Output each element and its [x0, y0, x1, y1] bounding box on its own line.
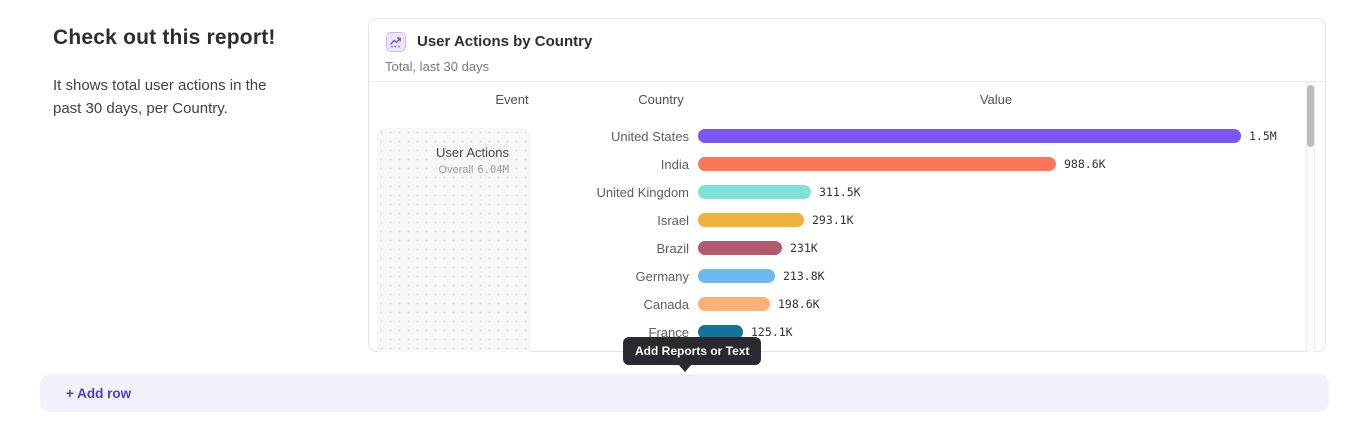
tooltip-arrow-icon [678, 364, 692, 372]
country-label: United States [531, 129, 689, 144]
table-row: Israel 293.1K [531, 206, 854, 234]
country-label: India [531, 157, 689, 172]
country-label: Brazil [531, 241, 689, 256]
value-bar[interactable] [698, 269, 775, 283]
intro-panel: Check out this report! It shows total us… [53, 26, 303, 121]
report-title: User Actions by Country [417, 33, 592, 50]
event-total: Overall6.04M [377, 162, 509, 178]
table-row: Brazil 231K [531, 234, 818, 262]
add-reports-tooltip: Add Reports or Text [623, 337, 761, 365]
table-row: India 988.6K [531, 150, 1106, 178]
event-cell: User Actions Overall6.04M [377, 128, 531, 352]
value-label: 198.6K [778, 297, 820, 311]
event-total-value: 6.04M [477, 164, 509, 176]
value-label: 213.8K [783, 269, 825, 283]
add-row-button[interactable]: + Add row [40, 374, 1329, 412]
report-card[interactable]: User Actions by Country Total, last 30 d… [368, 18, 1326, 352]
event-name: User Actions [377, 144, 509, 162]
country-label: Israel [531, 213, 689, 228]
value-label: 1.5M [1249, 129, 1277, 143]
column-header-value: Value [980, 92, 1012, 107]
chart-scrollbar-thumb[interactable] [1307, 85, 1314, 147]
country-label: United Kingdom [531, 185, 689, 200]
page-title: Check out this report! [53, 26, 303, 50]
value-bar[interactable] [698, 241, 782, 255]
value-bar[interactable] [698, 185, 811, 199]
table-row: Canada 198.6K [531, 290, 820, 318]
add-row-label: + Add row [66, 386, 131, 401]
report-subtitle: Total, last 30 days [385, 59, 489, 74]
insights-chart-icon [386, 32, 406, 52]
value-bar[interactable] [698, 129, 1241, 143]
value-bar[interactable] [698, 213, 804, 227]
column-header-event: Event [495, 92, 528, 107]
value-bar[interactable] [698, 297, 770, 311]
column-header-country: Country [638, 92, 684, 107]
value-label: 988.6K [1064, 157, 1106, 171]
chart-scrollbar-track[interactable] [1306, 82, 1315, 352]
table-row: United States 1.5M [531, 122, 1277, 150]
value-label: 311.5K [819, 185, 861, 199]
event-scope-label: Overall [439, 164, 474, 176]
page-description: It shows total user actions in the past … [53, 74, 291, 121]
table-row: Germany 213.8K [531, 262, 825, 290]
value-bar[interactable] [698, 157, 1056, 171]
country-label: Canada [531, 297, 689, 312]
table-row: United Kingdom 311.5K [531, 178, 861, 206]
country-label: Germany [531, 269, 689, 284]
value-label: 293.1K [812, 213, 854, 227]
header-divider [369, 81, 1325, 82]
report-card-header: User Actions by Country Total, last 30 d… [369, 19, 1325, 81]
value-label: 231K [790, 241, 818, 255]
